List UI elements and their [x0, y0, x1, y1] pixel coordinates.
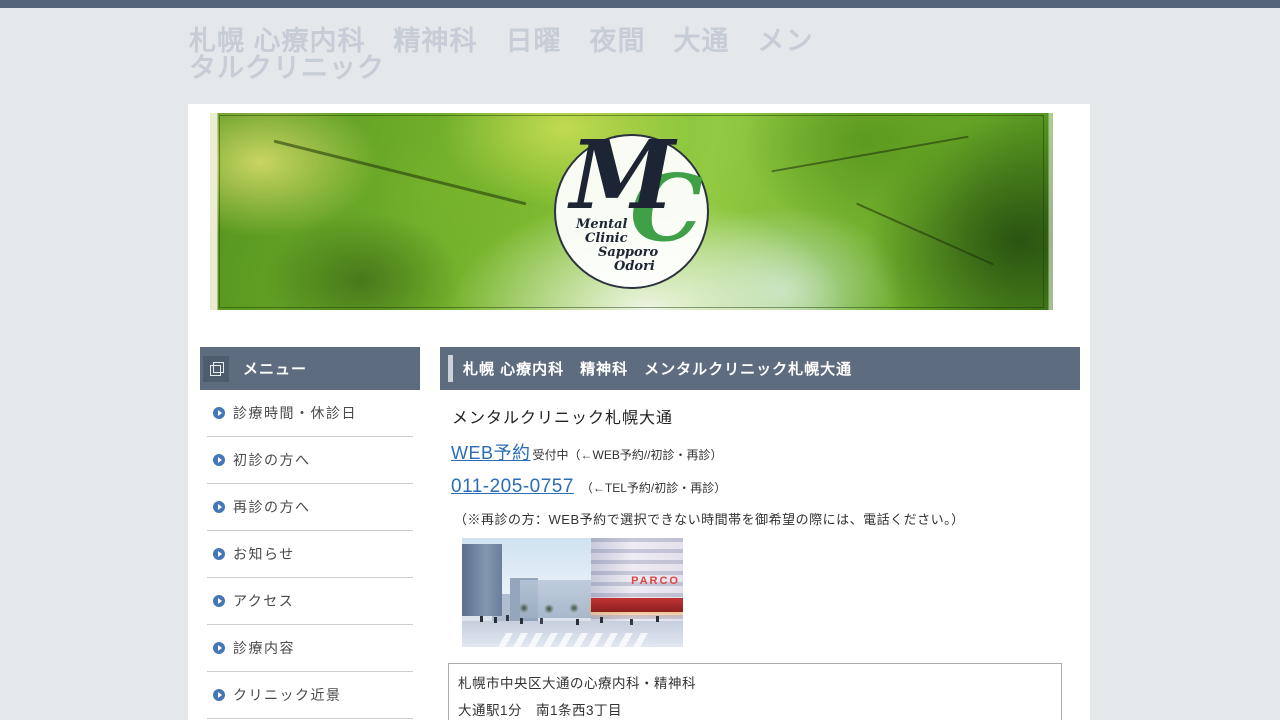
photo-pedestrians	[480, 616, 483, 622]
sidebar-item-neighborhood[interactable]: クリニック近景	[207, 672, 413, 719]
menu-list: 診療時間・休診日 初診の方へ 再診の方へ お知らせ アクセス 診療内容	[207, 390, 413, 719]
section-title: 札幌 心療内科 精神科 メンタルクリニック札幌大通	[463, 358, 852, 379]
sidebar-item-return-visit[interactable]: 再診の方へ	[207, 484, 413, 531]
arrow-bullet-icon	[213, 595, 225, 607]
sidebar-item-news[interactable]: お知らせ	[207, 531, 413, 578]
address-box: 札幌市中央区大通の心療内科・精神科 大通駅1分 南1条西3丁目 大丸藤井セントラ…	[448, 663, 1062, 720]
sidebar-item-first-visit[interactable]: 初診の方へ	[207, 437, 413, 484]
arrow-bullet-icon	[213, 407, 225, 419]
address-line: 大通駅1分 南1条西3丁目	[458, 697, 1052, 720]
menu-header-bar: メニュー	[200, 347, 420, 390]
address-line: 札幌市中央区大通の心療内科・精神科	[458, 670, 1052, 697]
banner-image: M C Mental Clinic Sapporo Odori	[210, 113, 1053, 310]
tel-reserve-row: 011-205-0757 （←TEL予約/初診・再診）	[451, 476, 1080, 498]
sidebar-item-label: 再診の方へ	[233, 497, 311, 517]
photo-buildings-left	[462, 544, 502, 616]
sidebar-item-label: 診療時間・休診日	[233, 403, 357, 423]
page-title-line2: タルクリニック	[189, 55, 829, 82]
menu-title: メニュー	[243, 358, 307, 379]
sidebar-item-label: クリニック近景	[233, 685, 342, 705]
arrow-bullet-icon	[213, 501, 225, 513]
tel-reserve-link[interactable]: 011-205-0757	[451, 476, 574, 498]
tel-reserve-note: （←TEL予約/初診・再診）	[581, 479, 726, 496]
clinic-name-heading: メンタルクリニック札幌大通	[452, 404, 1080, 428]
logo-monogram-m: M	[570, 120, 675, 231]
content-sheet: M C Mental Clinic Sapporo Odori メニュー 診療時…	[188, 104, 1090, 720]
page-title-line1: 札幌 心療内科 精神科 日曜 夜間 大通 メン	[189, 28, 829, 55]
menu-icon-box	[203, 356, 229, 382]
sidebar-item-label: アクセス	[233, 591, 294, 611]
reserve-note: （※再診の方：WEB予約で選択できない時間帯を御希望の際には、電話ください。）	[454, 509, 1080, 528]
photo-storefront-awning	[591, 598, 683, 612]
top-accent-bar	[0, 0, 1280, 8]
overlapping-squares-icon	[210, 362, 223, 375]
main-content: 札幌 心療内科 精神科 メンタルクリニック札幌大通 メンタルクリニック札幌大通 …	[440, 347, 1080, 720]
section-header-bar: 札幌 心療内科 精神科 メンタルクリニック札幌大通	[440, 347, 1080, 390]
sidebar-item-services[interactable]: 診療内容	[207, 625, 413, 672]
logo-name-text: Mental Clinic Sapporo Odori	[576, 218, 658, 274]
sidebar-menu: メニュー 診療時間・休診日 初診の方へ 再診の方へ お知らせ アクセス	[200, 347, 420, 719]
sidebar-item-label: お知らせ	[233, 544, 295, 564]
logo-name-line: Odori	[614, 260, 658, 274]
logo-name-line: Mental	[576, 218, 658, 232]
logo-name-line: Sapporo	[598, 246, 658, 260]
arrow-bullet-icon	[213, 642, 225, 654]
arrow-bullet-icon	[213, 548, 225, 560]
sidebar-item-hours[interactable]: 診療時間・休診日	[207, 390, 413, 437]
web-reserve-link[interactable]: WEB予約	[451, 439, 531, 465]
arrow-bullet-icon	[213, 689, 225, 701]
web-reserve-row: WEB予約 受付中（←WEB予約//初診・再診）	[451, 439, 1080, 465]
header-accent-stripe	[448, 355, 453, 382]
photo-crosswalk	[498, 633, 656, 647]
sidebar-item-label: 診療内容	[233, 638, 295, 658]
page-title: 札幌 心療内科 精神科 日曜 夜間 大通 メン タルクリニック	[189, 28, 829, 82]
web-reserve-status: 受付中（←WEB予約//初診・再診）	[533, 446, 723, 463]
sidebar-item-label: 初診の方へ	[233, 450, 311, 470]
parco-sign: PARCO	[631, 575, 680, 587]
street-photo: PARCO	[462, 538, 683, 647]
sidebar-item-access[interactable]: アクセス	[207, 578, 413, 625]
arrow-bullet-icon	[213, 454, 225, 466]
clinic-logo: M C Mental Clinic Sapporo Odori	[554, 134, 709, 289]
logo-name-line: Clinic	[585, 232, 658, 246]
